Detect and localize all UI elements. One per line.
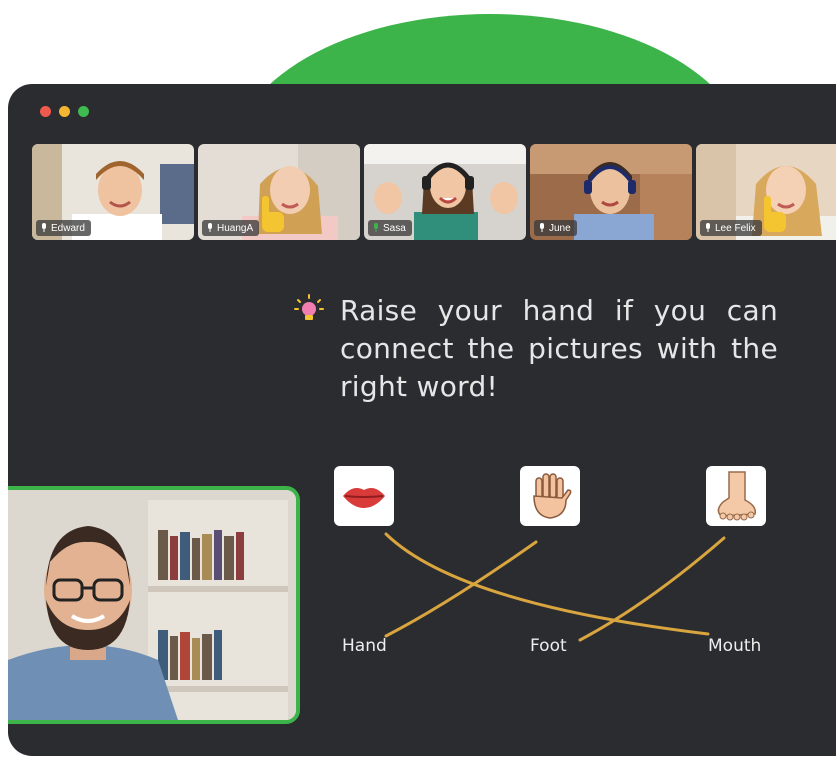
word-label-foot[interactable]: Foot bbox=[530, 636, 567, 656]
meeting-window: Edward HuangA Sasa June Lee Felix Raise … bbox=[8, 84, 836, 756]
picture-card-lips[interactable] bbox=[334, 466, 394, 526]
picture-card-foot[interactable] bbox=[706, 466, 766, 526]
foot-icon bbox=[717, 471, 757, 521]
picture-card-hand[interactable] bbox=[520, 466, 580, 526]
word-label-hand[interactable]: Hand bbox=[342, 636, 387, 656]
hand-icon bbox=[533, 473, 572, 519]
word-label-mouth[interactable]: Mouth bbox=[708, 636, 761, 656]
lips-icon bbox=[343, 488, 385, 508]
